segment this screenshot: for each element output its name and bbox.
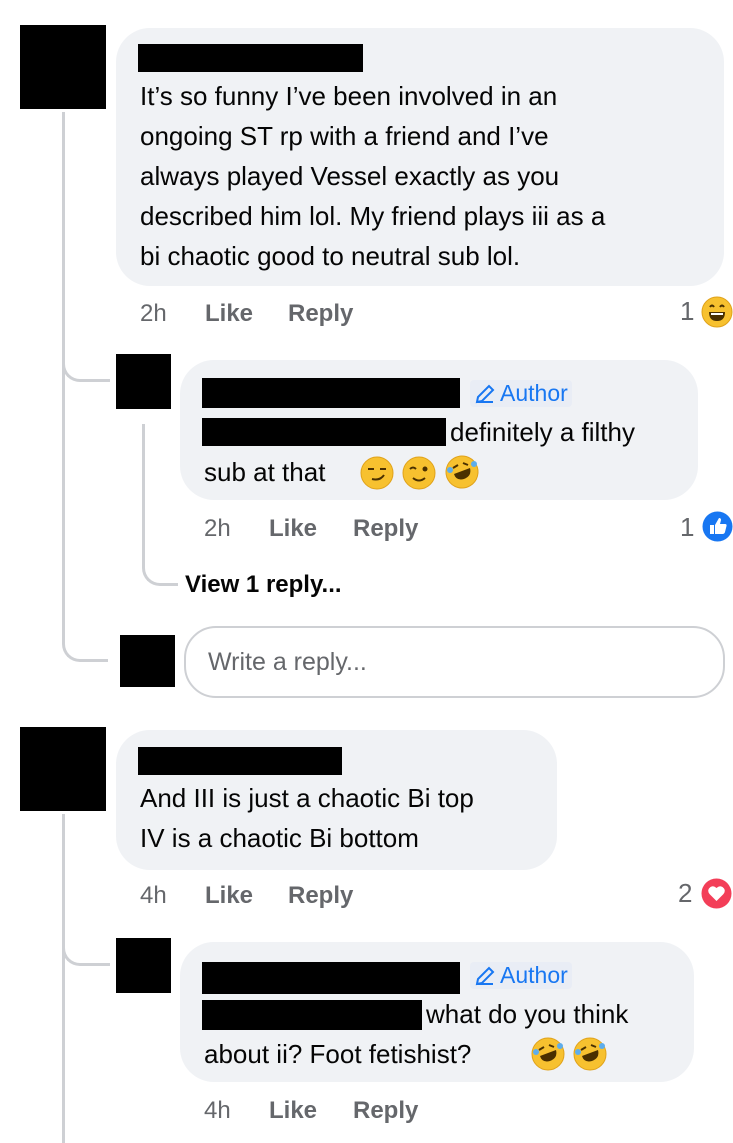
like-button[interactable]: Like	[205, 300, 253, 328]
redacted-author-name	[138, 44, 363, 72]
avatar[interactable]	[20, 25, 106, 109]
reply-time[interactable]: 4h	[204, 1097, 231, 1125]
reaction-count[interactable]: 1	[680, 512, 694, 543]
reply-bubble: Author definitely a filthy sub at that	[180, 360, 698, 500]
pencil-icon	[475, 966, 495, 985]
comment-bubble: And III is just a chaotic Bi top IV is a…	[116, 730, 557, 870]
redacted-text	[202, 1000, 422, 1030]
reply-button[interactable]: Reply	[353, 1097, 418, 1125]
avatar	[120, 635, 175, 687]
like-reaction-icon[interactable]	[702, 511, 733, 542]
view-replies-link[interactable]: View 1 reply...	[185, 571, 342, 599]
author-badge-label: Author	[500, 962, 568, 988]
thread-connector	[142, 560, 178, 586]
reply-text: about ii? Foot fetishist?	[204, 1039, 472, 1069]
thread-line	[142, 424, 145, 564]
comment-text-line: always played Vessel exactly as you	[140, 161, 560, 191]
thread-connector	[62, 630, 108, 662]
thread-line	[62, 112, 65, 642]
redacted-author-name	[202, 962, 460, 994]
reaction-count[interactable]: 1	[680, 296, 694, 327]
reaction-count[interactable]: 2	[678, 878, 692, 909]
comment-text-line: bi chaotic good to neutral sub lol.	[140, 241, 521, 271]
reply-time[interactable]: 2h	[204, 515, 231, 543]
avatar[interactable]	[116, 938, 171, 993]
love-reaction-icon[interactable]	[701, 878, 732, 909]
thread-line	[62, 814, 65, 1143]
thread-connector	[62, 930, 110, 966]
redacted-text	[202, 418, 446, 446]
write-reply-input[interactable]	[184, 626, 725, 698]
reply-text: sub at that	[204, 457, 326, 487]
like-button[interactable]: Like	[205, 882, 253, 910]
author-badge: Author	[470, 380, 572, 407]
rofl-emoji-icon	[531, 1037, 565, 1071]
smirk-emoji-icon	[360, 456, 394, 490]
comment-bubble: It’s so funny I’ve been involved in an o…	[116, 28, 724, 286]
thread-connector	[62, 340, 110, 382]
like-button[interactable]: Like	[269, 515, 317, 543]
author-badge-label: Author	[500, 380, 568, 406]
comment-text-line: ongoing ST rp with a friend and I’ve	[140, 121, 549, 151]
reply-button[interactable]: Reply	[288, 882, 353, 910]
redacted-author-name	[202, 378, 460, 408]
like-button[interactable]: Like	[269, 1097, 317, 1125]
author-badge: Author	[470, 962, 572, 989]
wink-emoji-icon	[402, 456, 436, 490]
comment-text-line: It’s so funny I’ve been involved in an	[140, 81, 558, 111]
reply-text: definitely a filthy	[450, 417, 635, 447]
rofl-emoji-icon	[445, 455, 479, 489]
haha-emoji-icon[interactable]	[701, 296, 733, 328]
reply-button[interactable]: Reply	[353, 515, 418, 543]
comment-time[interactable]: 2h	[140, 300, 167, 328]
reply-text: what do you think	[426, 999, 629, 1029]
reply-button[interactable]: Reply	[288, 300, 353, 328]
comment-text-line: IV is a chaotic Bi bottom	[140, 823, 419, 853]
reply-bubble: Author what do you think about ii? Foot …	[180, 942, 694, 1082]
comment-time[interactable]: 4h	[140, 882, 167, 910]
pencil-icon	[475, 384, 495, 403]
rofl-emoji-icon	[573, 1037, 607, 1071]
avatar[interactable]	[20, 727, 106, 811]
redacted-author-name	[138, 747, 342, 775]
avatar[interactable]	[116, 354, 171, 409]
comment-text-line: And III is just a chaotic Bi top	[140, 783, 474, 813]
comment-text-line: described him lol. My friend plays iii a…	[140, 201, 606, 231]
